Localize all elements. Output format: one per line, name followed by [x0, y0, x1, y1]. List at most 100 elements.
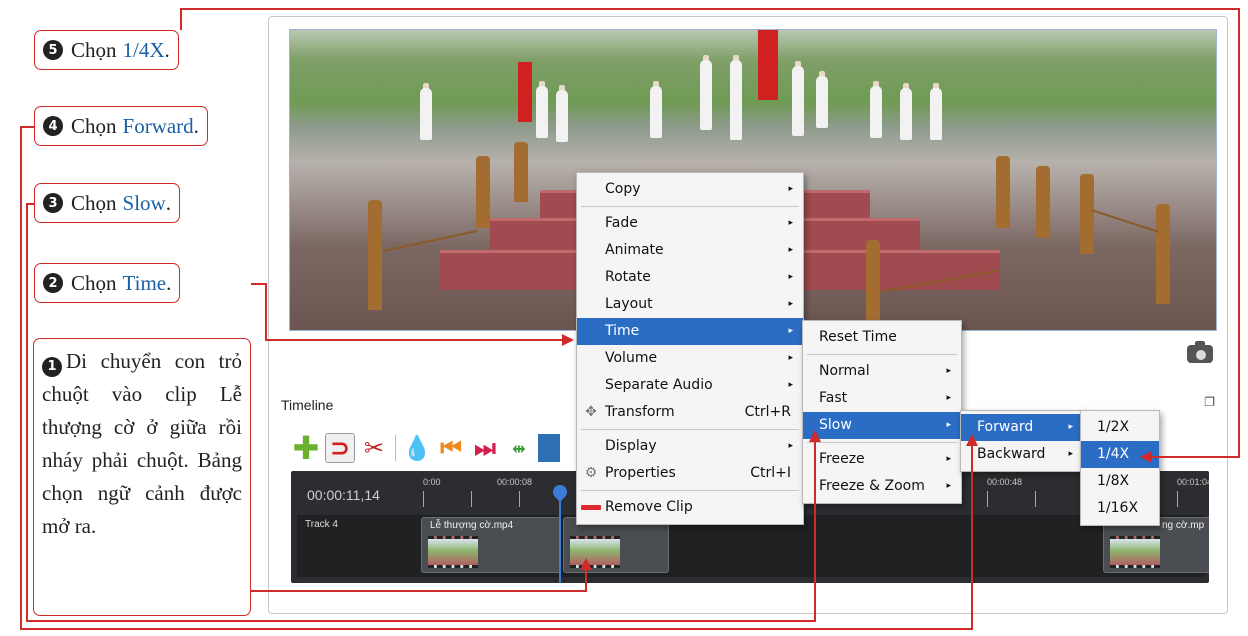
submenu-arrow-icon: ▸ — [788, 380, 793, 390]
callout-period: . — [193, 113, 199, 138]
menu-separator — [581, 490, 799, 491]
menu-item-label: Backward — [977, 446, 1046, 462]
menu-item-label: Time — [605, 323, 640, 339]
clip-context-menu: Copy ▸ Fade ▸ Animate ▸ Rotate ▸ Layout ▸ Tim… — [576, 172, 804, 525]
menu-item-label: Reset Time — [819, 329, 897, 345]
zoom-slider[interactable] — [538, 434, 560, 462]
step-number-4: 4 — [43, 116, 63, 136]
submenu-arrow-icon: ▸ — [1068, 449, 1073, 459]
center-playhead-icon[interactable]: ⇹ — [504, 433, 534, 463]
add-track-icon[interactable]: ✚ — [291, 429, 321, 467]
menu-item-label: Transform — [605, 404, 675, 420]
menu-item-half-speed[interactable]: 1/2X — [1081, 414, 1159, 441]
step-number-5: 5 — [43, 40, 63, 60]
scene-guard — [816, 76, 828, 128]
clip-title: Lễ thượng cờ.mp4 — [430, 520, 514, 531]
leader-line — [814, 440, 816, 622]
menu-item-slow[interactable]: Slow ▸ — [803, 412, 961, 439]
razor-cut-icon[interactable]: ✂ — [359, 433, 389, 463]
add-marker-icon[interactable]: 💧 — [402, 433, 432, 463]
callout-highlight: Slow — [122, 190, 166, 215]
timecode-display: 00:00:11,14 — [307, 487, 380, 503]
properties-gear-icon: ⚙ — [584, 465, 598, 481]
callout-highlight: Time — [122, 270, 167, 295]
menu-item-separate-audio[interactable]: Separate Audio ▸ — [577, 372, 803, 399]
scene-post — [1080, 174, 1094, 254]
menu-item-fast[interactable]: Fast ▸ — [803, 385, 961, 412]
menu-item-freeze[interactable]: Freeze ▸ — [803, 446, 961, 473]
video-clip[interactable]: Lễ thượng cờ.mp4 — [421, 517, 561, 573]
menu-item-transform[interactable]: ✥ Transform Ctrl+R — [577, 399, 803, 426]
menu-item-label: Properties — [605, 465, 676, 481]
menu-item-label: Freeze & Zoom — [819, 478, 925, 494]
menu-item-properties[interactable]: ⚙ Properties Ctrl+I — [577, 460, 803, 487]
menu-item-layout[interactable]: Layout ▸ — [577, 291, 803, 318]
ruler-label: 00:01:04 — [1177, 477, 1209, 487]
arrowhead — [580, 558, 592, 570]
menu-item-label: Display — [605, 438, 657, 454]
scene-post — [996, 156, 1010, 228]
callout-period: . — [166, 270, 172, 295]
menu-item-label: Normal — [819, 363, 870, 379]
scene-guard — [730, 60, 742, 140]
scene-chain — [382, 230, 478, 252]
menu-item-fade[interactable]: Fade ▸ — [577, 210, 803, 237]
submenu-arrow-icon: ▸ — [788, 218, 793, 228]
menu-item-label: Separate Audio — [605, 377, 713, 393]
ruler-tick — [1035, 491, 1036, 507]
callout-step-3: 3 Chọn Slow . — [34, 183, 180, 223]
previous-marker-icon[interactable]: ⏮ — [436, 433, 466, 463]
arrowhead — [809, 430, 821, 442]
menu-item-label: Rotate — [605, 269, 651, 285]
leader-line — [585, 568, 587, 592]
menu-item-backward[interactable]: Backward ▸ — [961, 441, 1083, 468]
clip-thumbnail — [428, 536, 478, 568]
timeline-toolbar: ✚ ⊃ ✂ 💧 ⏮ ⏭ ⇹ — [291, 429, 560, 467]
next-marker-icon[interactable]: ⏭ — [470, 433, 500, 463]
menu-item-forward[interactable]: Forward ▸ — [961, 414, 1083, 441]
menu-item-eighth-speed[interactable]: 1/8X — [1081, 468, 1159, 495]
submenu-arrow-icon: ▸ — [946, 454, 951, 464]
leader-line — [265, 339, 565, 341]
menu-item-volume[interactable]: Volume ▸ — [577, 345, 803, 372]
menu-separator — [807, 354, 957, 355]
restore-window-icon[interactable]: ❐ — [1204, 395, 1215, 409]
menu-item-sixteenth-speed[interactable]: 1/16X — [1081, 495, 1159, 522]
step-number-3: 3 — [43, 193, 63, 213]
submenu-arrow-icon: ▸ — [1068, 422, 1073, 432]
menu-item-rotate[interactable]: Rotate ▸ — [577, 264, 803, 291]
arrowhead — [562, 334, 574, 346]
camera-icon[interactable] — [1187, 341, 1213, 363]
toolbar-divider — [395, 435, 396, 461]
playhead-line — [559, 497, 561, 583]
submenu-arrow-icon: ▸ — [788, 441, 793, 451]
submenu-arrow-icon: ▸ — [946, 481, 951, 491]
callout-text: Di chuyển con trỏ chuột vào clip Lễ thượ… — [42, 349, 242, 538]
menu-item-normal[interactable]: Normal ▸ — [803, 358, 961, 385]
leader-line — [1150, 456, 1240, 458]
menu-item-remove-clip[interactable]: Remove Clip — [577, 494, 803, 521]
snapping-magnet-icon[interactable]: ⊃ — [325, 433, 355, 463]
menu-item-label: Animate — [605, 242, 664, 258]
slow-submenu: Forward ▸ Backward ▸ — [960, 410, 1084, 472]
menu-item-label: Fast — [819, 390, 848, 406]
menu-item-animate[interactable]: Animate ▸ — [577, 237, 803, 264]
submenu-arrow-icon: ▸ — [788, 245, 793, 255]
scene-post — [476, 156, 490, 228]
video-clip-selected[interactable] — [563, 517, 669, 573]
menu-item-reset-time[interactable]: Reset Time — [803, 324, 961, 351]
callout-step-1: 1 Di chuyển con trỏ chuột vào clip Lễ thư… — [33, 338, 251, 616]
menu-item-label: Copy — [605, 181, 641, 197]
menu-item-time[interactable]: Time ▸ — [577, 318, 803, 345]
menu-item-display[interactable]: Display ▸ — [577, 433, 803, 460]
scene-guard — [792, 66, 804, 136]
menu-item-copy[interactable]: Copy ▸ — [577, 176, 803, 203]
callout-step-2: 2 Chọn Time . — [34, 263, 181, 303]
scene-post — [514, 142, 528, 202]
leader-line — [971, 444, 973, 630]
submenu-arrow-icon: ▸ — [788, 299, 793, 309]
leader-line — [1238, 8, 1240, 458]
time-submenu: Reset Time Normal ▸ Fast ▸ Slow ▸ Freeze ▸ F… — [802, 320, 962, 504]
menu-item-freeze-zoom[interactable]: Freeze & Zoom ▸ — [803, 473, 961, 500]
menu-item-label: 1/4X — [1097, 446, 1130, 462]
